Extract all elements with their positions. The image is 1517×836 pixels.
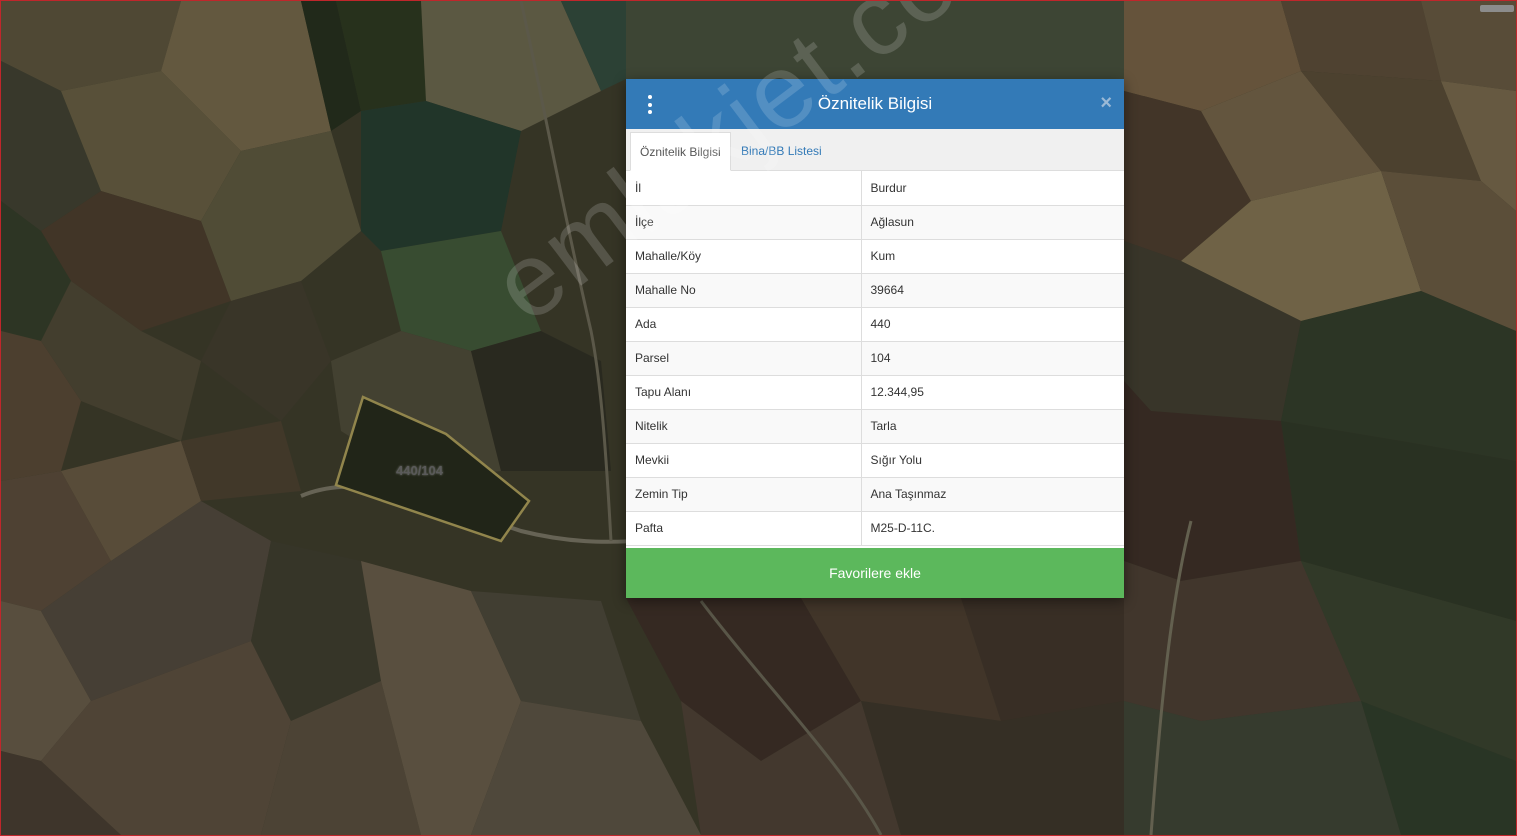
row-key: İl xyxy=(626,171,862,206)
row-key: Parsel xyxy=(626,341,862,376)
dialog-header: Öznitelik Bilgisi × xyxy=(626,79,1124,129)
row-value: M25-D-11C. xyxy=(861,511,1124,546)
row-key: Mahalle No xyxy=(626,273,862,308)
dialog-title: Öznitelik Bilgisi xyxy=(817,94,933,113)
parcel-label[interactable]: 440/104 xyxy=(396,463,443,478)
row-key: Ada xyxy=(626,307,862,342)
map-viewport[interactable]: 440/104 Öznitelik Bilgisi × Öznitelik Bi… xyxy=(0,0,1517,836)
row-key: Nitelik xyxy=(626,409,862,444)
table-row: Parsel 104 xyxy=(626,341,1124,376)
tab-bar: Öznitelik Bilgisi Bina/BB Listesi xyxy=(626,129,1124,171)
tab-building-list[interactable]: Bina/BB Listesi xyxy=(732,132,831,171)
vertical-dots-icon[interactable] xyxy=(644,95,656,114)
table-row: Mahalle No 39664 xyxy=(626,273,1124,308)
attribute-dialog: Öznitelik Bilgisi × Öznitelik Bilgisi Bi… xyxy=(626,79,1124,598)
row-value: 440 xyxy=(861,307,1124,342)
table-row: Nitelik Tarla xyxy=(626,409,1124,444)
row-value: Ağlasun xyxy=(861,205,1124,240)
table-row: Pafta M25-D-11C. xyxy=(626,511,1124,546)
row-key: Pafta xyxy=(626,511,862,546)
row-value: Ana Taşınmaz xyxy=(861,477,1124,512)
row-value: Sığır Yolu xyxy=(861,443,1124,478)
row-key: Tapu Alanı xyxy=(626,375,862,410)
row-key: Zemin Tip xyxy=(626,477,862,512)
table-row: Tapu Alanı 12.344,95 xyxy=(626,375,1124,410)
row-key: Mevkii xyxy=(626,443,862,478)
table-row: Zemin Tip Ana Taşınmaz xyxy=(626,477,1124,512)
table-row: İlçe Ağlasun xyxy=(626,205,1124,240)
row-key: İlçe xyxy=(626,205,862,240)
attribute-table: İl Burdur İlçe Ağlasun Mahalle/Köy Kum M… xyxy=(626,171,1124,546)
tab-attribute-info[interactable]: Öznitelik Bilgisi xyxy=(630,132,731,171)
row-value: Tarla xyxy=(861,409,1124,444)
row-value: Burdur xyxy=(861,171,1124,206)
table-row: Mahalle/Köy Kum xyxy=(626,239,1124,274)
add-to-favorites-button[interactable]: Favorilere ekle xyxy=(626,548,1124,598)
row-value: 39664 xyxy=(861,273,1124,308)
table-row: İl Burdur xyxy=(626,171,1124,206)
row-value: 12.344,95 xyxy=(861,375,1124,410)
row-key: Mahalle/Köy xyxy=(626,239,862,274)
close-icon[interactable]: × xyxy=(1100,93,1112,113)
table-row: Mevkii Sığır Yolu xyxy=(626,443,1124,478)
row-value: 104 xyxy=(861,341,1124,376)
row-value: Kum xyxy=(861,239,1124,274)
table-row: Ada 440 xyxy=(626,307,1124,342)
resize-handle[interactable] xyxy=(1480,5,1514,12)
